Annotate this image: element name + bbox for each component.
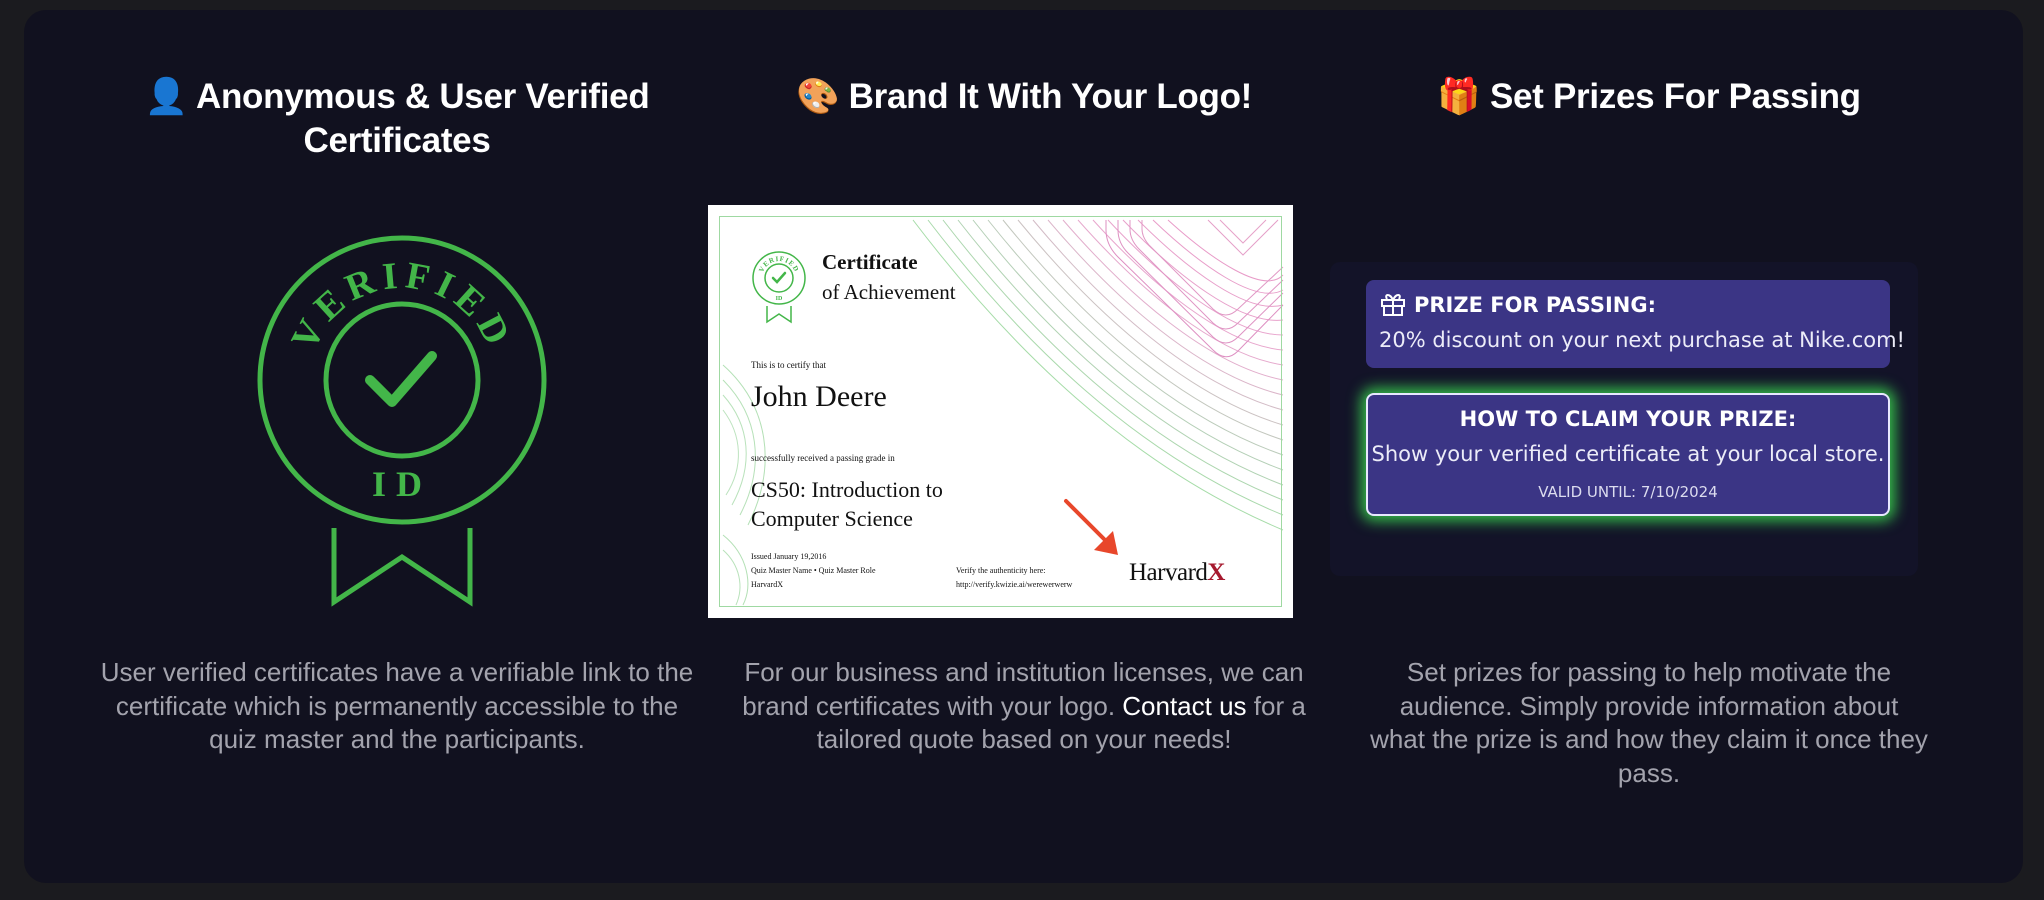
prize-card: PRIZE FOR PASSING: 20% discount on your … [1366,280,1905,368]
certify-line: This is to certify that [751,360,826,370]
claim-card: HOW TO CLAIM YOUR PRIZE: Show your verif… [1366,393,1890,516]
person-icon: 👤 [144,77,189,117]
quiz-master: Quiz Master Name • Quiz Master Role [751,566,876,575]
passing-line: successfully received a passing grade in [751,453,895,463]
certificate-heading: Certificate [822,250,918,274]
prize-label: PRIZE FOR PASSING: [1414,293,1656,317]
sample-certificate: VERIFIED ID Certificate of Achievement T… [708,205,1293,618]
feature-title: 🎨 Brand It With Your Logo! [795,77,1253,117]
feature-title: 👤 Anonymous & User Verified Certificates [144,77,650,160]
verify-label: Verify the authenticity here: [956,566,1046,575]
course-line-1: CS50: Introduction to [751,477,943,502]
feature-title: 🎁 Set Prizes For Passing [1437,77,1861,117]
valid-until: VALID UNTIL: 7/10/2024 [1538,483,1718,501]
svg-text:ID: ID [776,296,783,302]
prize-text: 20% discount on your next purchase at Ni… [1379,328,1905,352]
feature-description: For our business and institution license… [742,657,1306,754]
claim-label: HOW TO CLAIM YOUR PRIZE: [1459,407,1797,431]
recipient-name: John Deere [751,380,887,413]
certificate-seal-icon: VERIFIED ID [752,251,806,324]
contact-us-link[interactable]: Contact us [1122,691,1246,721]
issued-date: Issued January 19,2016 [751,552,827,561]
issuing-org: HarvardX [751,580,783,589]
verify-url: http://verify.kwizie.ai/werewerwerw [956,580,1073,589]
course-line-2: Computer Science [751,506,913,531]
palette-icon: 🎨 [795,77,840,117]
verified-id-badge-icon: VERIFIED ID [257,235,547,607]
harvardx-logo: HarvardX [1129,559,1225,586]
certificate-subheading: of Achievement [822,280,956,304]
feature-description: User verified certificates have a verifi… [100,657,694,754]
feature-description: Set prizes for passing to help motivate … [1370,657,1928,788]
gift-outline-icon [1381,294,1405,316]
badge-bottom-text: ID [372,464,432,504]
gift-icon: 🎁 [1437,77,1481,117]
red-arrow-icon [1064,499,1118,555]
claim-text: Show your verified certificate at your l… [1371,442,1885,466]
